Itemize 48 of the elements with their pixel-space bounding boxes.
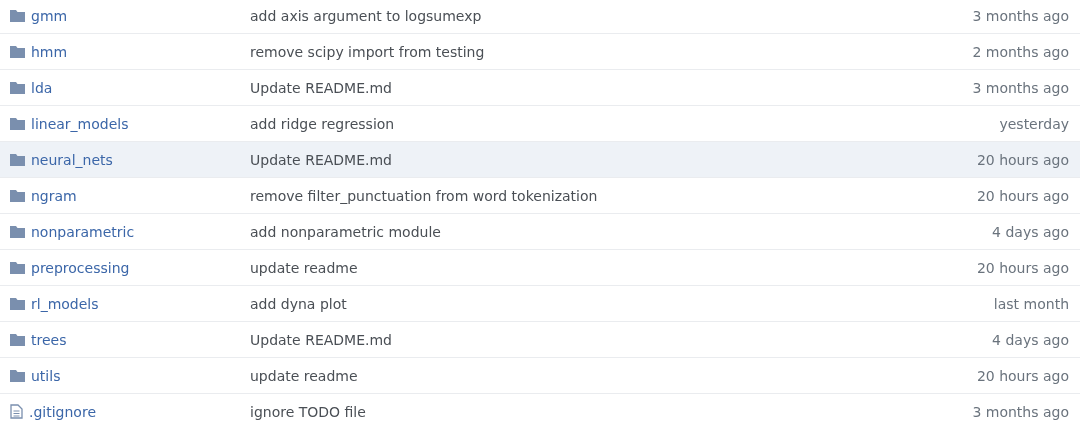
commit-message: add axis argument to logsumexp bbox=[250, 7, 483, 24]
file-name-link[interactable]: preprocessing bbox=[31, 259, 130, 276]
file-name-link[interactable]: nonparametric bbox=[31, 223, 135, 240]
file-name-link[interactable]: ngram bbox=[31, 187, 77, 204]
folder-icon bbox=[10, 261, 25, 274]
commit-age: 4 days ago bbox=[992, 223, 1069, 240]
commit-message: add dyna plot bbox=[250, 295, 348, 312]
file-name-link[interactable]: trees bbox=[31, 331, 67, 348]
commit-age: last month bbox=[993, 295, 1069, 312]
folder-icon bbox=[10, 189, 25, 202]
commit-age: 3 months ago bbox=[972, 403, 1069, 420]
commit-age: 20 hours ago bbox=[976, 151, 1069, 168]
file-name-link[interactable]: lda bbox=[31, 79, 53, 96]
file-name-link[interactable]: utils bbox=[31, 367, 61, 384]
file-name-link[interactable]: linear_models bbox=[31, 115, 129, 132]
folder-icon bbox=[10, 225, 25, 238]
commit-message: remove filter_punctuation from word tokenization bbox=[250, 187, 599, 204]
file-icon bbox=[10, 404, 23, 419]
folder-icon bbox=[10, 333, 25, 346]
commit-age: 3 months ago bbox=[972, 7, 1069, 24]
file-name-link[interactable]: rl_models bbox=[31, 295, 99, 312]
commit-message: remove scipy import from testing bbox=[250, 43, 486, 60]
folder-icon bbox=[10, 297, 25, 310]
commit-message: Update README.md bbox=[250, 151, 393, 168]
commit-message: Update README.md bbox=[250, 79, 393, 96]
file-name-link[interactable]: hmm bbox=[31, 43, 68, 60]
folder-icon bbox=[10, 81, 25, 94]
file-name-link[interactable]: gmm bbox=[31, 7, 68, 24]
commit-message: ignore TODO file bbox=[250, 403, 367, 420]
commit-message: update readme bbox=[250, 367, 359, 384]
folder-icon bbox=[10, 45, 25, 58]
commit-message: Update README.md bbox=[250, 331, 393, 348]
file-name-link[interactable]: neural_nets bbox=[31, 151, 113, 168]
commit-age: 3 months ago bbox=[972, 79, 1069, 96]
file-name-link[interactable]: .gitignore bbox=[29, 403, 96, 420]
folder-icon bbox=[10, 369, 25, 382]
commit-message: update readme bbox=[250, 259, 359, 276]
folder-icon bbox=[10, 9, 25, 22]
commit-age: yesterday bbox=[999, 115, 1069, 132]
commit-age: 20 hours ago bbox=[976, 367, 1069, 384]
folder-icon bbox=[10, 153, 25, 166]
commit-message: add ridge regression bbox=[250, 115, 396, 132]
folder-icon bbox=[10, 117, 25, 130]
commit-age: 20 hours ago bbox=[976, 259, 1069, 276]
commit-message: add nonparametric module bbox=[250, 223, 442, 240]
commit-age: 4 days ago bbox=[992, 331, 1069, 348]
commit-age: 20 hours ago bbox=[976, 187, 1069, 204]
commit-age: 2 months ago bbox=[972, 43, 1069, 60]
